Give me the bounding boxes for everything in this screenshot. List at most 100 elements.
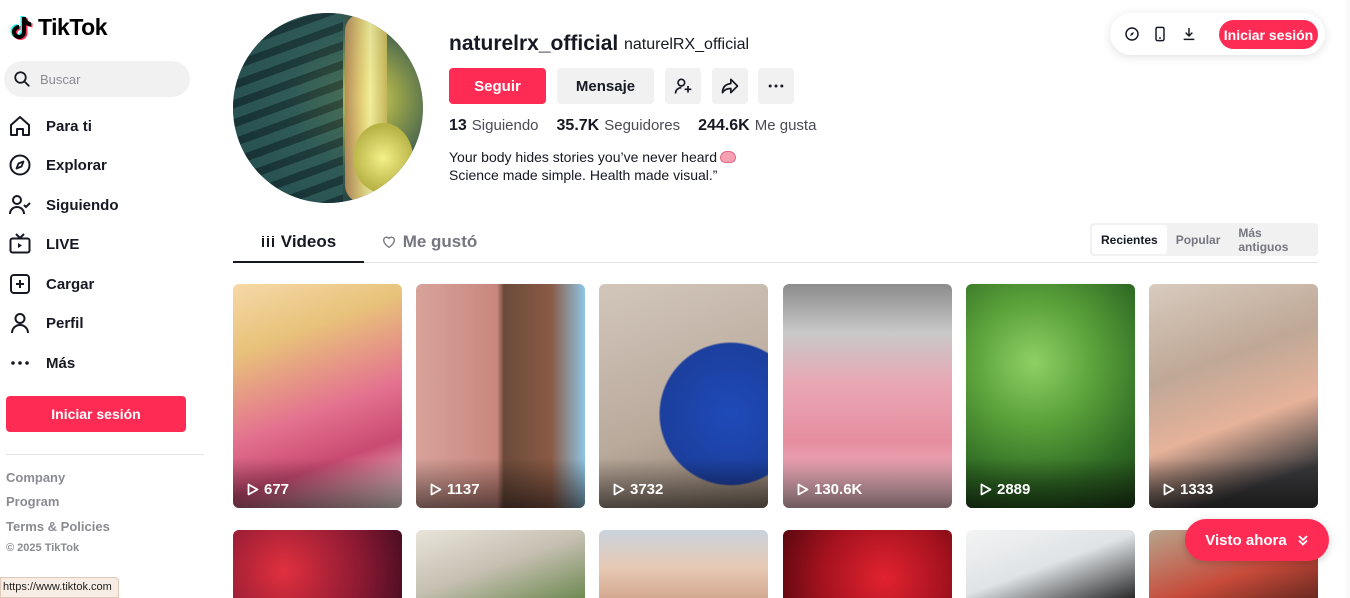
profile-stats: 13 Siguiendo 35.7K Seguidores 244.6K Me gus… [449,117,816,135]
nav-explore[interactable]: Explorar [8,149,107,181]
view-count: 677 [247,481,289,498]
following-label: Siguiendo [471,117,539,134]
profile-icon [11,313,29,334]
profile-username: naturelrx_official [449,32,619,55]
double-chevron-down-icon [1298,535,1308,546]
tab-label: Videos [280,231,337,251]
video-thumbnail[interactable] [783,530,952,598]
sort-toggle: Recientes Popular Más antiguos [1090,223,1318,256]
followers-count: 35.7K [556,117,600,134]
followers-label: Seguidores [604,117,681,134]
view-count: 2889 [980,481,1030,498]
add-friend-button[interactable] [665,68,701,104]
watched-now-label: Visto ahora [1205,531,1287,549]
video-thumbnail[interactable]: 3732 [599,284,768,508]
following-count: 13 [449,117,467,134]
status-bar-url: https://www.tiktok.com [0,577,119,598]
more-dots-icon [768,84,784,88]
watched-now-button[interactable]: Visto ahora [1185,519,1329,561]
video-thumbnail[interactable]: 1137 [416,284,585,508]
bio-line-2: Science made simple. Health made visual.… [449,167,718,183]
explore-button[interactable] [1123,25,1141,43]
sort-popular[interactable]: Popular [1167,225,1230,254]
share-button[interactable] [712,68,748,104]
sort-oldest[interactable]: Más antiguos [1229,225,1316,254]
view-count: 1137 [430,481,480,498]
share-arrow-icon [721,78,739,94]
nav-label: Cargar [46,275,95,293]
sort-recent[interactable]: Recientes [1092,225,1167,254]
divider [6,454,204,455]
download-icon [1183,28,1195,41]
video-thumbnail[interactable]: 130.6K [783,284,952,508]
copyright: © 2025 TikTok [6,542,80,554]
bio-line-1: Your body hides stories you’ve never hea… [449,149,717,165]
tab-label: Me gustó [402,232,478,251]
top-login-button[interactable]: Iniciar sesión [1219,20,1318,49]
more-dots-icon [11,361,29,365]
search-bar[interactable] [4,61,190,97]
play-icon [797,483,809,496]
live-tv-icon [9,233,31,254]
search-icon [14,71,30,87]
play-icon [430,483,442,496]
more-options-button[interactable] [758,68,794,104]
video-thumbnail[interactable]: 2889 [966,284,1135,508]
nav-label: Perfil [46,314,84,332]
add-user-icon [674,78,692,94]
nav-label: Explorar [46,156,107,174]
nav-profile[interactable]: Perfil [8,307,84,339]
play-icon [1163,483,1175,496]
profile-bio: Your body hides stories you’ve never hea… [449,148,736,184]
compass-icon [1125,27,1139,41]
profile-nickname: naturelRX_official [624,36,750,53]
likes-stat: 244.6K Me gusta [698,117,816,135]
view-count: 1333 [1163,481,1213,498]
download-button[interactable] [1180,25,1198,43]
following-stat[interactable]: 13 Siguiendo [449,117,539,135]
search-input[interactable] [40,71,180,87]
video-thumbnail[interactable]: 677 [233,284,402,508]
user-following-icon [9,195,31,215]
followers-stat[interactable]: 35.7K Seguidores [557,117,681,135]
nav-label: Más [46,354,76,372]
heart-lock-icon [382,236,395,249]
nav-label: LIVE [46,235,80,253]
nav-label: Siguiendo [46,196,119,214]
logo-text: TikTok [38,14,108,40]
play-icon [247,483,259,496]
play-icon [980,483,992,496]
nav-upload[interactable]: Cargar [8,268,94,300]
upload-plus-icon [10,274,30,294]
nav-label: Para ti [46,117,92,135]
nav-more[interactable]: Más [8,347,75,379]
brain-emoji-icon [719,151,736,163]
video-thumbnail[interactable] [966,530,1135,598]
message-button[interactable]: Mensaje [557,68,654,104]
footer-program-link[interactable]: Program [6,494,59,509]
tiktok-note-icon [10,15,33,40]
video-thumbnail[interactable] [416,530,585,598]
scrollbar[interactable] [1346,0,1350,598]
video-thumbnail[interactable] [233,530,402,598]
sidebar-login-button[interactable]: Iniciar sesión [6,396,186,432]
footer-terms-link[interactable]: Terms & Policies [6,519,110,534]
get-app-button[interactable] [1151,25,1169,43]
nav-live[interactable]: LIVE [8,228,79,260]
home-icon [10,116,30,136]
nav-for-you[interactable]: Para ti [8,110,92,142]
video-thumbnail[interactable] [599,530,768,598]
likes-label: Me gusta [754,117,817,134]
tiktok-logo[interactable]: TikTok [10,14,108,41]
profile-avatar [233,13,423,203]
footer-company-link[interactable]: Company [6,470,65,485]
view-count: 3732 [613,481,663,498]
likes-count: 244.6K [698,117,750,134]
tab-videos[interactable]: Videos [233,222,364,263]
video-thumbnail[interactable]: 1333 [1149,284,1318,508]
play-icon [613,483,625,496]
grid-bars-icon [261,235,274,247]
follow-button[interactable]: Seguir [449,68,546,104]
nav-following[interactable]: Siguiendo [8,189,119,221]
tab-liked[interactable]: Me gustó [364,222,494,262]
